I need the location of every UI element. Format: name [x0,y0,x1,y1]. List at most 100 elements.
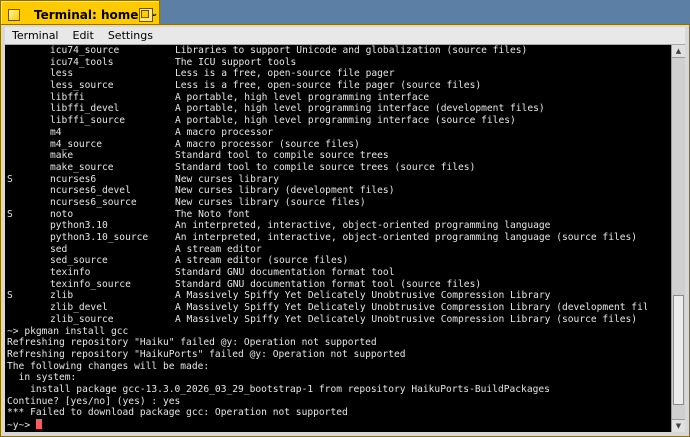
close-button[interactable] [8,8,20,21]
package-name: noto [50,208,74,220]
package-description: A macro processor [175,126,274,138]
package-description: A portable, high level programming inter… [175,103,545,115]
menubar: Terminal Edit Settings [5,27,685,45]
package-description: The ICU support tools [175,56,297,68]
package-description: The Noto font [175,208,251,220]
package-status-flag: S [7,173,13,185]
output-line: in system: [7,372,77,384]
package-description: Standard GNU documentation format tool [175,267,395,279]
package-name: libffi [50,91,85,103]
package-name: m4 [50,126,62,138]
package-name: ncurses6 [50,173,97,185]
package-description: Less is a free, open-source file pager [175,68,395,80]
package-row: Szlib A Massively Spiffy Yet Delicately U… [7,290,647,302]
desktop: Terminal: home: ~ Terminal Edit Settings… [0,0,690,437]
package-row: zlib_source A Massively Spiffy Yet Delica… [7,314,647,326]
package-name: make_source [50,161,114,173]
package-description: Standard GNU documentation format tool (… [175,278,482,290]
terminal-output: icu74_source Libraries to support Unicode… [7,45,647,431]
package-name: m4_source [50,138,102,150]
package-row: python3.10 An interpreted, interactive, o… [7,220,647,232]
menu-settings[interactable]: Settings [101,27,160,44]
package-name: sed_source [50,255,108,267]
output-line: Refreshing repository "HaikuPorts" faile… [7,348,406,360]
scrollbar-thumb[interactable] [673,295,684,405]
package-name: python3.10_source [50,232,149,243]
package-row: libffi A portable, high level programming… [7,92,647,104]
package-row: texinfo Standard GNU documentation format… [7,267,647,279]
package-name: libffi_devel [50,103,120,115]
package-description: A portable, high level programming inter… [175,115,516,127]
package-row: libffi_source A portable, high level prog… [7,115,647,127]
package-name: icu74_tools [50,56,114,68]
package-description: Standard tool to compile source trees [175,150,389,162]
package-name: zlib_source [50,313,114,325]
package-row: Sncurses6 New curses library [7,174,647,186]
package-description: New curses library (development files) [175,185,395,197]
package-status-flag: S [7,208,13,220]
package-description: New curses library [175,173,279,185]
zoom-button[interactable] [139,8,153,22]
package-description: Standard tool to compile source trees (s… [175,161,476,173]
prompt-text: ~y~> [7,420,36,431]
package-row: Snoto The Noto font [7,209,647,221]
package-name: icu74_source [50,45,120,56]
package-row: ncurses6_source New curses library (sourc… [7,197,647,209]
package-status-flag: S [7,290,13,302]
package-name: zlib_devel [50,302,108,314]
package-row: less_source Less is a free, open-source f… [7,80,647,92]
package-name: less_source [50,80,114,92]
package-description: A stream editor [175,243,262,255]
package-row: sed A stream editor [7,244,647,256]
package-description: A Massively Spiffy Yet Delicately Unobtr… [175,313,638,325]
package-row: libffi_devel A portable, high level progr… [7,103,647,115]
prompt-line: ~y~> [7,419,647,431]
package-description: Less is a free, open-source file pager (… [175,80,482,92]
package-row: less Less is a free, open-source file pag… [7,68,647,80]
package-description: New curses library (source files) [175,196,366,208]
terminal-window: Terminal Edit Settings icu74_source Libra… [0,24,690,437]
package-name: libffi_source [50,115,126,127]
package-description: An interpreted, interactive, object-orie… [175,220,551,232]
package-row: texinfo_source Standard GNU documentation… [7,279,647,291]
package-row: m4_source A macro processor (source files… [7,139,647,151]
package-row: make Standard tool to compile source tree… [7,150,647,162]
menu-edit[interactable]: Edit [66,27,101,44]
text-cursor [35,419,42,429]
zoom-icon-inner [141,10,149,18]
output-line: The following changes will be made: [7,360,210,372]
vertical-scrollbar[interactable]: ▲ ▼ [671,45,685,432]
scroll-up-arrow-icon[interactable]: ▲ [672,45,685,58]
output-line: Continue? [yes/no] (yes) : yes [7,395,181,407]
package-name: sed [50,243,68,255]
package-name: ncurses6_devel [50,185,131,197]
package-description: An interpreted, interactive, object-orie… [175,232,638,243]
package-row: icu74_source Libraries to support Unicode… [7,45,647,57]
package-name: texinfo [50,267,91,279]
package-description: A Massively Spiffy Yet Delicately Unobtr… [175,302,647,314]
package-name: texinfo_source [50,278,131,290]
package-row: ncurses6_devel New curses library (develo… [7,185,647,197]
output-line: Refreshing repository "Haiku" failed @y:… [7,337,377,349]
package-name: ncurses6_source [50,196,137,208]
package-description: A portable, high level programming inter… [175,91,430,103]
scroll-down-arrow-icon[interactable]: ▼ [672,419,685,432]
output-line: install package gcc-13.3.0_2026_03_29_bo… [7,383,550,395]
package-description: A stream editor (source files) [175,255,349,267]
package-row: sed_source A stream editor (source files) [7,255,647,267]
package-description: A macro processor (source files) [175,138,360,150]
package-description: A Massively Spiffy Yet Delicately Unobtr… [175,290,551,302]
terminal-view[interactable]: icu74_source Libraries to support Unicode… [5,45,685,432]
package-name: make [50,150,74,162]
package-description: Libraries to support Unicode and globali… [175,45,528,56]
package-row: make_source Standard tool to compile sour… [7,162,647,174]
package-row: python3.10_source An interpreted, interac… [7,232,647,244]
output-line: *** Failed to download package gcc: Oper… [7,407,348,419]
package-name: python3.10 [50,220,108,232]
package-row: zlib_devel A Massively Spiffy Yet Delicat… [7,302,647,314]
package-row: m4 A macro processor [7,127,647,139]
package-row: icu74_tools The ICU support tools [7,57,647,69]
package-name: zlib [50,290,74,302]
menu-terminal[interactable]: Terminal [5,27,66,44]
package-name: less [50,68,74,80]
